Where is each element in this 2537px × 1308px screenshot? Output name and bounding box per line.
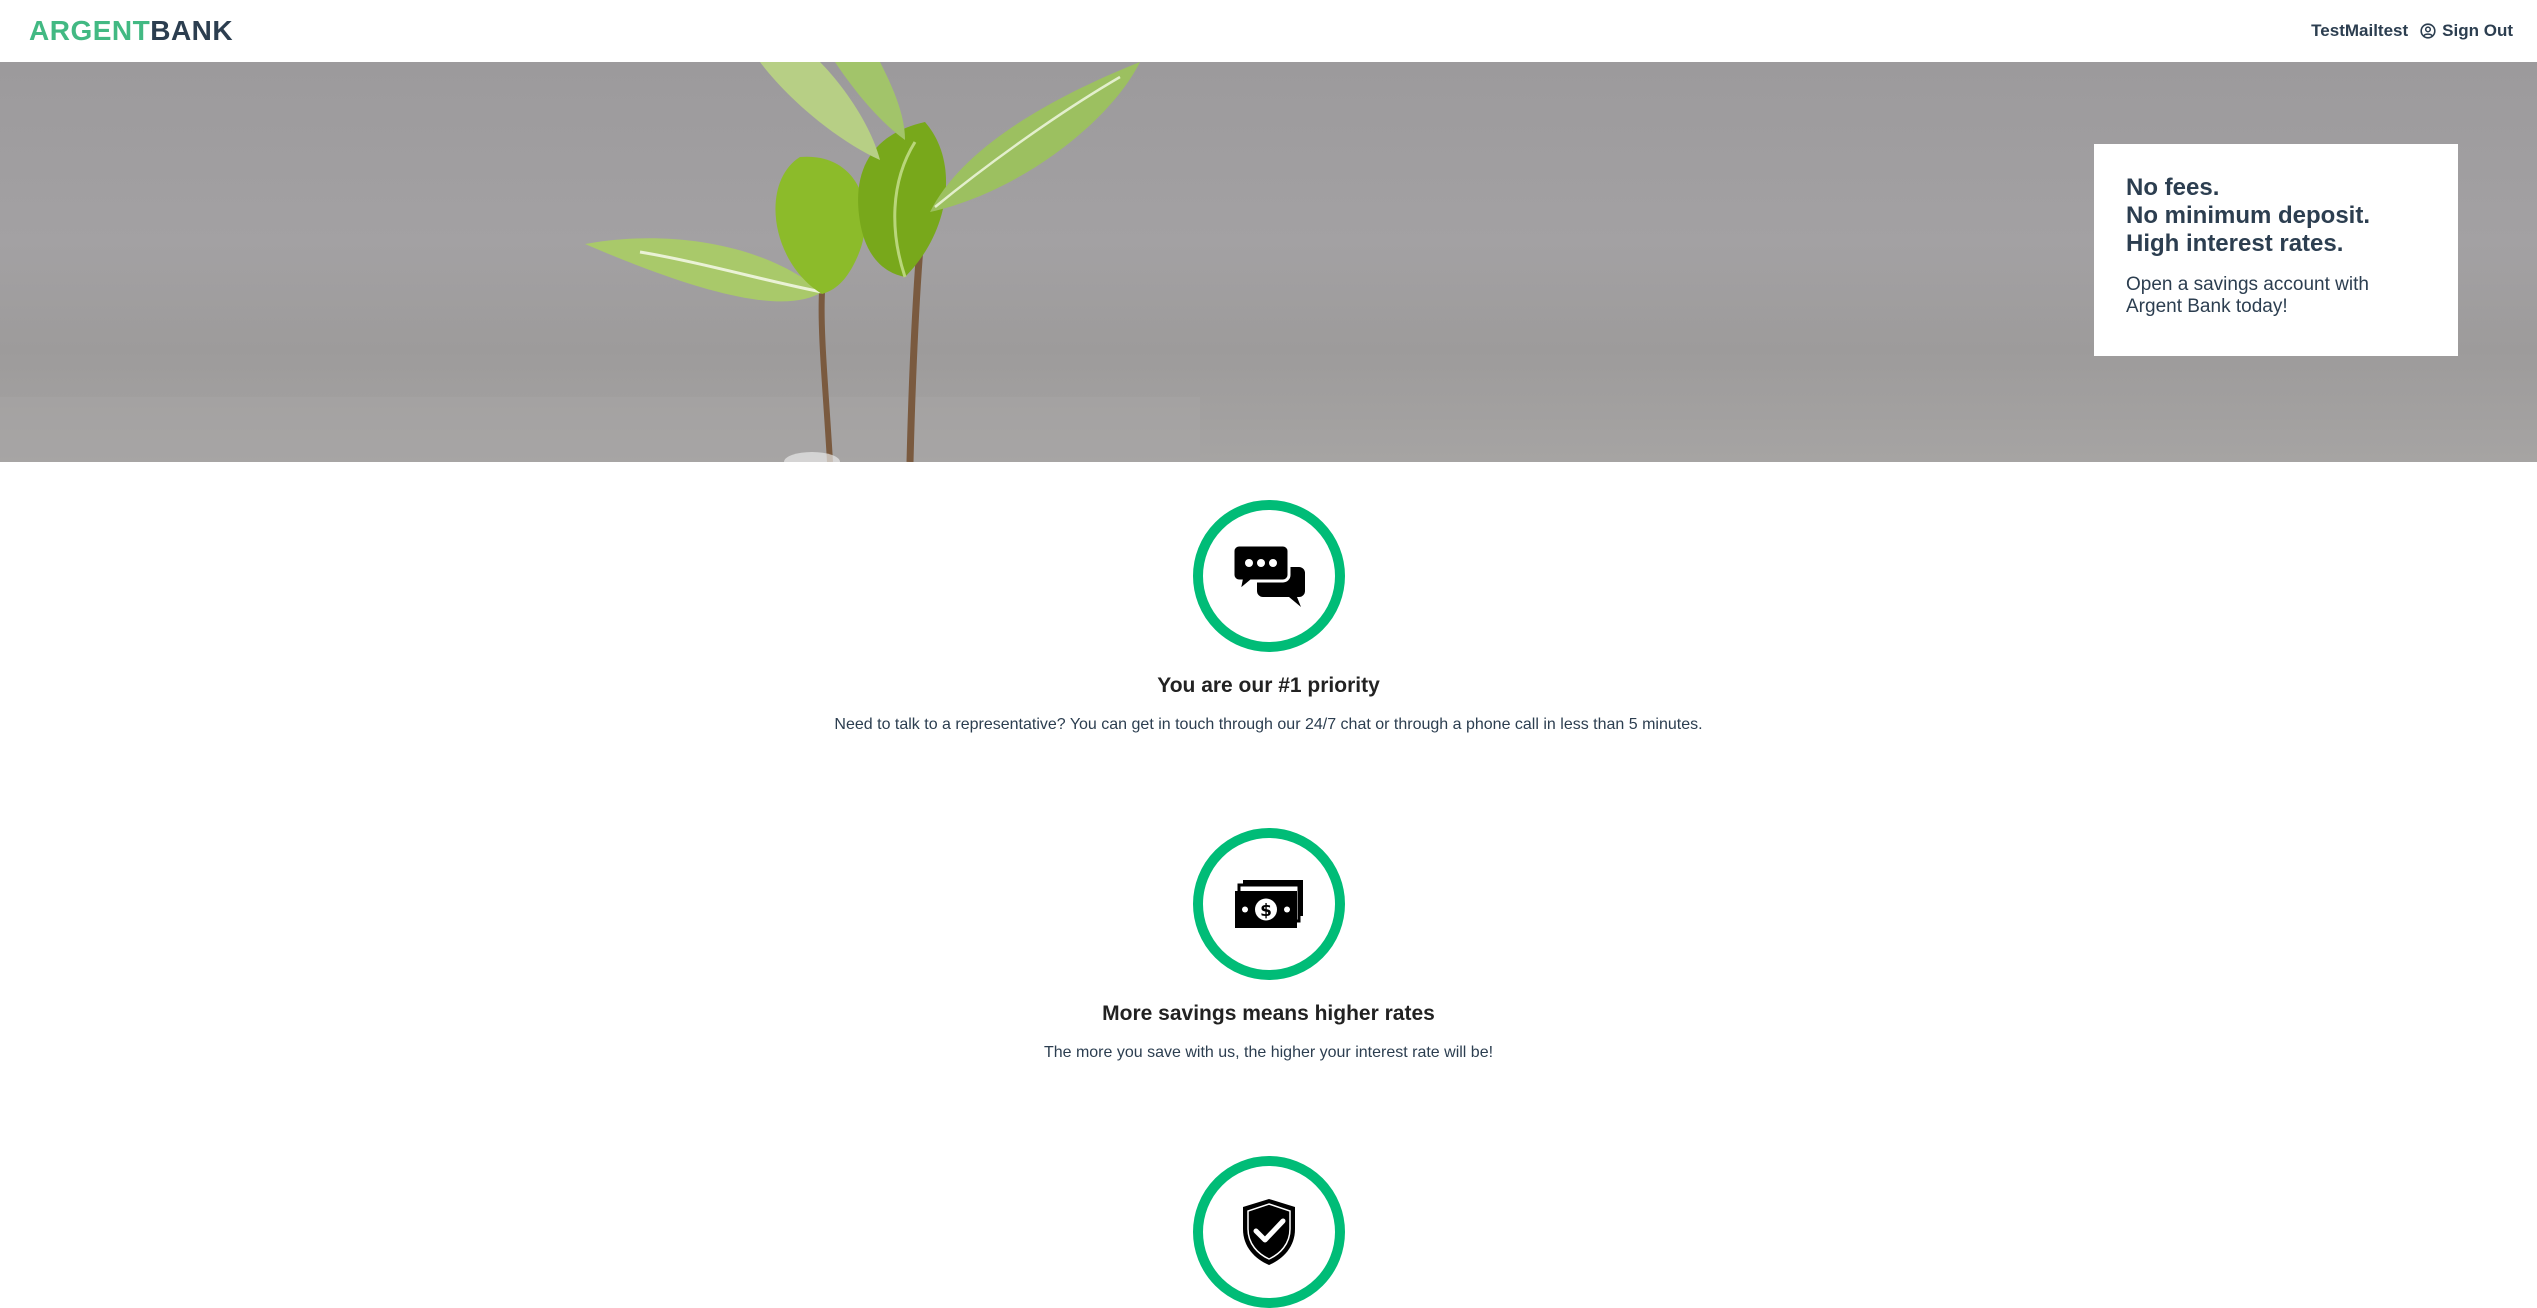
user-circle-icon: [2420, 23, 2436, 39]
main-nav: ARGENTBANK TestMailtest Sign Out: [0, 0, 2537, 62]
sign-out-label: Sign Out: [2442, 21, 2513, 40]
hero-banner: No fees. No minimum deposit. High intere…: [0, 62, 2537, 462]
feature-text: Need to talk to a representative? You ca…: [834, 716, 1703, 733]
feature-item-security: [0, 1156, 2537, 1308]
logo-link[interactable]: ARGENTBANK: [29, 17, 233, 45]
feature-icon-circle: [1192, 1156, 1345, 1308]
feature-title: More savings means higher rates: [1102, 1002, 1435, 1025]
money-icon: $: [1234, 880, 1303, 928]
nav-user-area: TestMailtest Sign Out: [2311, 21, 2513, 41]
shield-check-icon: [1242, 1199, 1295, 1265]
feature-icon-circle: [1192, 500, 1345, 652]
logo-text-argent: ARGENT: [29, 15, 151, 46]
sign-out-button[interactable]: Sign Out: [2420, 21, 2513, 41]
features-section: You are our #1 priority Need to talk to …: [0, 462, 2537, 1308]
hero-content-card: No fees. No minimum deposit. High intere…: [2094, 144, 2458, 356]
hero-subtitle-fees: No fees.: [2126, 174, 2220, 201]
hero-subtitle-deposit: No minimum deposit.: [2126, 202, 2371, 229]
feature-item-priority: You are our #1 priority Need to talk to …: [0, 500, 2537, 734]
hero-text: Open a savings account with Argent Bank …: [2126, 274, 2369, 317]
feature-text: The more you save with us, the higher yo…: [1043, 1044, 1494, 1061]
chat-icon: [1232, 545, 1305, 607]
user-profile-link[interactable]: TestMailtest: [2311, 21, 2408, 41]
feature-title: You are our #1 priority: [1157, 674, 1380, 697]
plant-image: [0, 62, 1200, 462]
hero-subtitle-rates: High interest rates.: [2126, 230, 2344, 257]
svg-text:$: $: [1260, 901, 1272, 921]
feature-item-savings: $ More savings means higher rates The mo…: [0, 828, 2537, 1062]
logo-text-bank: BANK: [150, 15, 234, 46]
feature-icon-circle: $: [1192, 828, 1345, 980]
